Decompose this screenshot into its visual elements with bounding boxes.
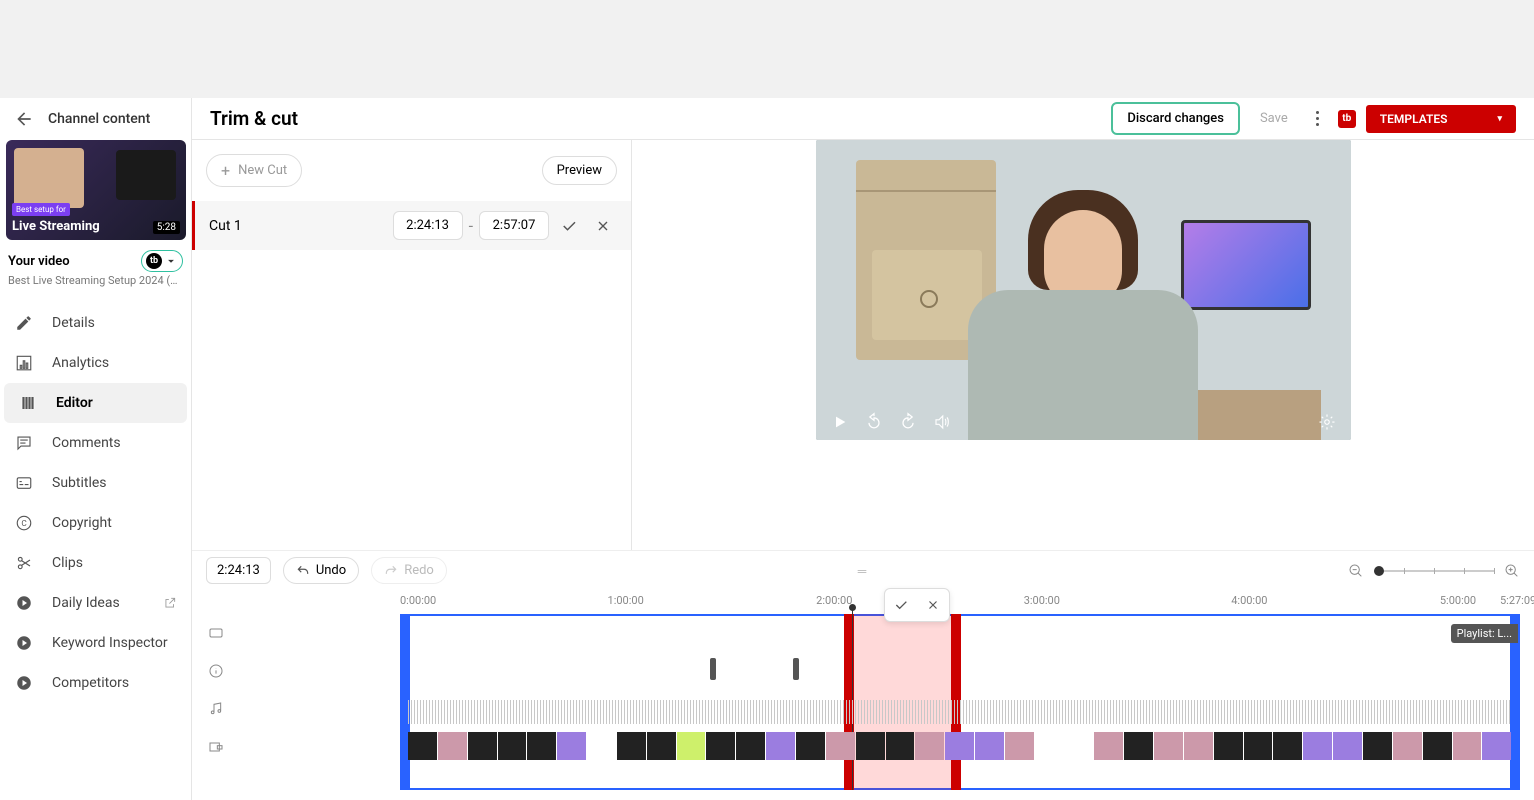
discard-changes-button[interactable]: Discard changes: [1111, 102, 1240, 135]
nav-details[interactable]: Details: [0, 303, 191, 343]
drag-handle-icon[interactable]: ═: [858, 564, 869, 578]
timeline-toolbar: 2:24:13 Undo Redo ═: [192, 550, 1534, 590]
thumb-badge: Best setup for: [12, 203, 70, 216]
app-frame: Channel content Best setup for Live Stre…: [0, 98, 1534, 800]
copyright-icon: C: [14, 513, 34, 533]
video-track-icon: [192, 614, 240, 652]
back-arrow-icon[interactable]: [14, 109, 34, 129]
chevron-down-icon: ▾: [1497, 114, 1502, 124]
comments-icon: [14, 433, 34, 453]
play-icon[interactable]: [830, 412, 850, 432]
your-video-label: Your video: [8, 254, 70, 269]
settings-icon[interactable]: [1317, 412, 1337, 432]
tubebuddy-dropdown[interactable]: tb: [141, 250, 183, 272]
timeline-marker[interactable]: [793, 658, 799, 680]
preview-button[interactable]: Preview: [542, 156, 617, 185]
sidebar-nav: Details Analytics Editor Comments Subtit…: [0, 297, 191, 703]
cut-floater: [884, 588, 950, 622]
info-track-icon: [192, 652, 240, 690]
play-circle-icon: [14, 673, 34, 693]
save-button: Save: [1250, 104, 1298, 133]
sidebar-title: Channel content: [48, 111, 150, 127]
video-subtitle: Best Live Streaming Setup 2024 (For...: [0, 274, 191, 297]
subtitles-icon: [14, 473, 34, 493]
thumb-duration: 5:28: [153, 221, 180, 234]
endscreen-track-icon: [192, 728, 240, 766]
zoom-in-icon[interactable]: [1504, 563, 1520, 579]
zoom-slider[interactable]: [1374, 570, 1494, 572]
nav-copyright[interactable]: CCopyright: [0, 503, 191, 543]
nav-editor[interactable]: Editor: [4, 383, 187, 423]
editor-icon: [18, 393, 38, 413]
templates-button[interactable]: TEMPLATES▾: [1366, 105, 1516, 133]
playhead[interactable]: [852, 608, 853, 790]
svg-text:C: C: [21, 519, 26, 529]
cut-start-input[interactable]: [393, 211, 463, 240]
nav-clips[interactable]: Clips: [0, 543, 191, 583]
plus-icon: +: [221, 161, 230, 180]
more-options-button[interactable]: [1308, 111, 1328, 126]
pencil-icon: [14, 313, 34, 333]
confirm-icon[interactable]: [889, 593, 913, 617]
current-time: 2:24:13: [206, 557, 271, 584]
zoom-out-icon[interactable]: [1348, 563, 1364, 579]
nav-analytics[interactable]: Analytics: [0, 343, 191, 383]
nav-comments[interactable]: Comments: [0, 423, 191, 463]
playlist-tag: Playlist: L...: [1451, 624, 1518, 643]
forward-10-icon[interactable]: [898, 412, 918, 432]
play-circle-icon: [14, 593, 34, 613]
play-circle-icon: [14, 633, 34, 653]
audio-track-icon: [192, 690, 240, 728]
main-area: Trim & cut Discard changes Save tb TEMPL…: [192, 98, 1534, 800]
timeline-ruler: 0:00:00 1:00:00 2:00:00 3:00:00 4:00:00 …: [400, 590, 1534, 614]
timeline-marker[interactable]: [710, 658, 716, 680]
timeline: 0:00:00 1:00:00 2:00:00 3:00:00 4:00:00 …: [192, 590, 1534, 800]
thumb-text: Live Streaming: [12, 219, 100, 234]
topbar: Trim & cut Discard changes Save tb TEMPL…: [192, 98, 1534, 140]
confirm-cut-icon[interactable]: [555, 212, 583, 240]
video-thumbnail[interactable]: Best setup for Live Streaming 5:28: [6, 140, 186, 240]
page-title: Trim & cut: [210, 107, 298, 130]
video-player[interactable]: [816, 140, 1351, 440]
nav-keyword-inspector[interactable]: Keyword Inspector: [0, 623, 191, 663]
cut-row[interactable]: Cut 1 -: [192, 201, 631, 250]
cut-end-input[interactable]: [479, 211, 549, 240]
tubebuddy-logo-icon: tb: [1338, 110, 1356, 128]
close-icon[interactable]: [921, 593, 945, 617]
video-frames: [408, 732, 1512, 760]
nav-subtitles[interactable]: Subtitles: [0, 463, 191, 503]
new-cut-button: +New Cut: [206, 154, 302, 187]
scissors-icon: [14, 553, 34, 573]
nav-competitors[interactable]: Competitors: [0, 663, 191, 703]
timeline-tracks[interactable]: Playlist: L...: [240, 614, 1520, 790]
cuts-panel: +New Cut Preview Cut 1 -: [192, 140, 632, 550]
cancel-cut-icon[interactable]: [589, 212, 617, 240]
undo-button[interactable]: Undo: [283, 557, 359, 584]
rewind-10-icon[interactable]: [864, 412, 884, 432]
external-link-icon: [163, 596, 177, 610]
analytics-icon: [14, 353, 34, 373]
sidebar: Channel content Best setup for Live Stre…: [0, 98, 192, 800]
volume-icon[interactable]: [932, 412, 952, 432]
redo-button: Redo: [371, 557, 447, 584]
cut-label: Cut 1: [209, 218, 242, 234]
nav-daily-ideas[interactable]: Daily Ideas: [0, 583, 191, 623]
audio-waveform: [408, 700, 1512, 724]
